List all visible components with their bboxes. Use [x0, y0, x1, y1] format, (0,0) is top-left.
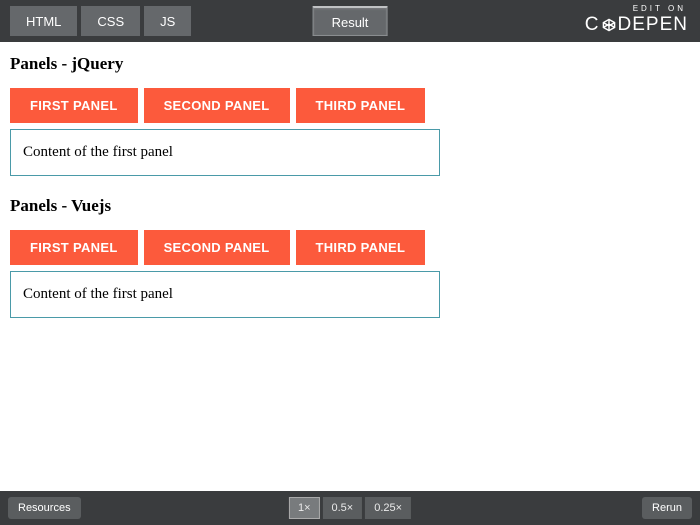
panel-tabs-vuejs: FIRST PANEL SECOND PANEL THIRD PANEL — [10, 230, 690, 265]
zoom-group: 1× 0.5× 0.25× — [289, 497, 411, 519]
rerun-button[interactable]: Rerun — [642, 497, 692, 519]
panel-tab-third[interactable]: THIRD PANEL — [296, 88, 426, 123]
zoom-025x[interactable]: 0.25× — [365, 497, 411, 519]
tab-css[interactable]: CSS — [81, 6, 140, 36]
top-bar: HTML CSS JS Result EDIT ON C DEPEN — [0, 0, 700, 42]
tab-html[interactable]: HTML — [10, 6, 77, 36]
result-pane: Panels - jQuery FIRST PANEL SECOND PANEL… — [0, 42, 700, 491]
panel-tab-second[interactable]: SECOND PANEL — [144, 230, 290, 265]
panel-tab-second[interactable]: SECOND PANEL — [144, 88, 290, 123]
bottom-bar: Resources 1× 0.5× 0.25× Rerun — [0, 491, 700, 525]
resources-button[interactable]: Resources — [8, 497, 81, 519]
zoom-05x[interactable]: 0.5× — [322, 497, 362, 519]
panel-tab-first[interactable]: FIRST PANEL — [10, 230, 138, 265]
panel-tabs-jquery: FIRST PANEL SECOND PANEL THIRD PANEL — [10, 88, 690, 123]
panel-content: Content of the first panel — [10, 129, 440, 176]
codepen-cube-icon — [601, 17, 617, 33]
logo-rest: DEPEN — [618, 14, 688, 36]
zoom-1x[interactable]: 1× — [289, 497, 320, 519]
tab-result[interactable]: Result — [313, 6, 388, 36]
tab-js[interactable]: JS — [144, 6, 191, 36]
logo-letter-c: C — [585, 14, 600, 36]
panel-tab-third[interactable]: THIRD PANEL — [296, 230, 426, 265]
section-title: Panels - Vuejs — [10, 196, 690, 216]
panel-tab-first[interactable]: FIRST PANEL — [10, 88, 138, 123]
panel-content: Content of the first panel — [10, 271, 440, 318]
section-title: Panels - jQuery — [10, 54, 690, 74]
codepen-logo-link[interactable]: C DEPEN — [585, 14, 688, 36]
edit-on-label: EDIT ON — [633, 4, 686, 13]
